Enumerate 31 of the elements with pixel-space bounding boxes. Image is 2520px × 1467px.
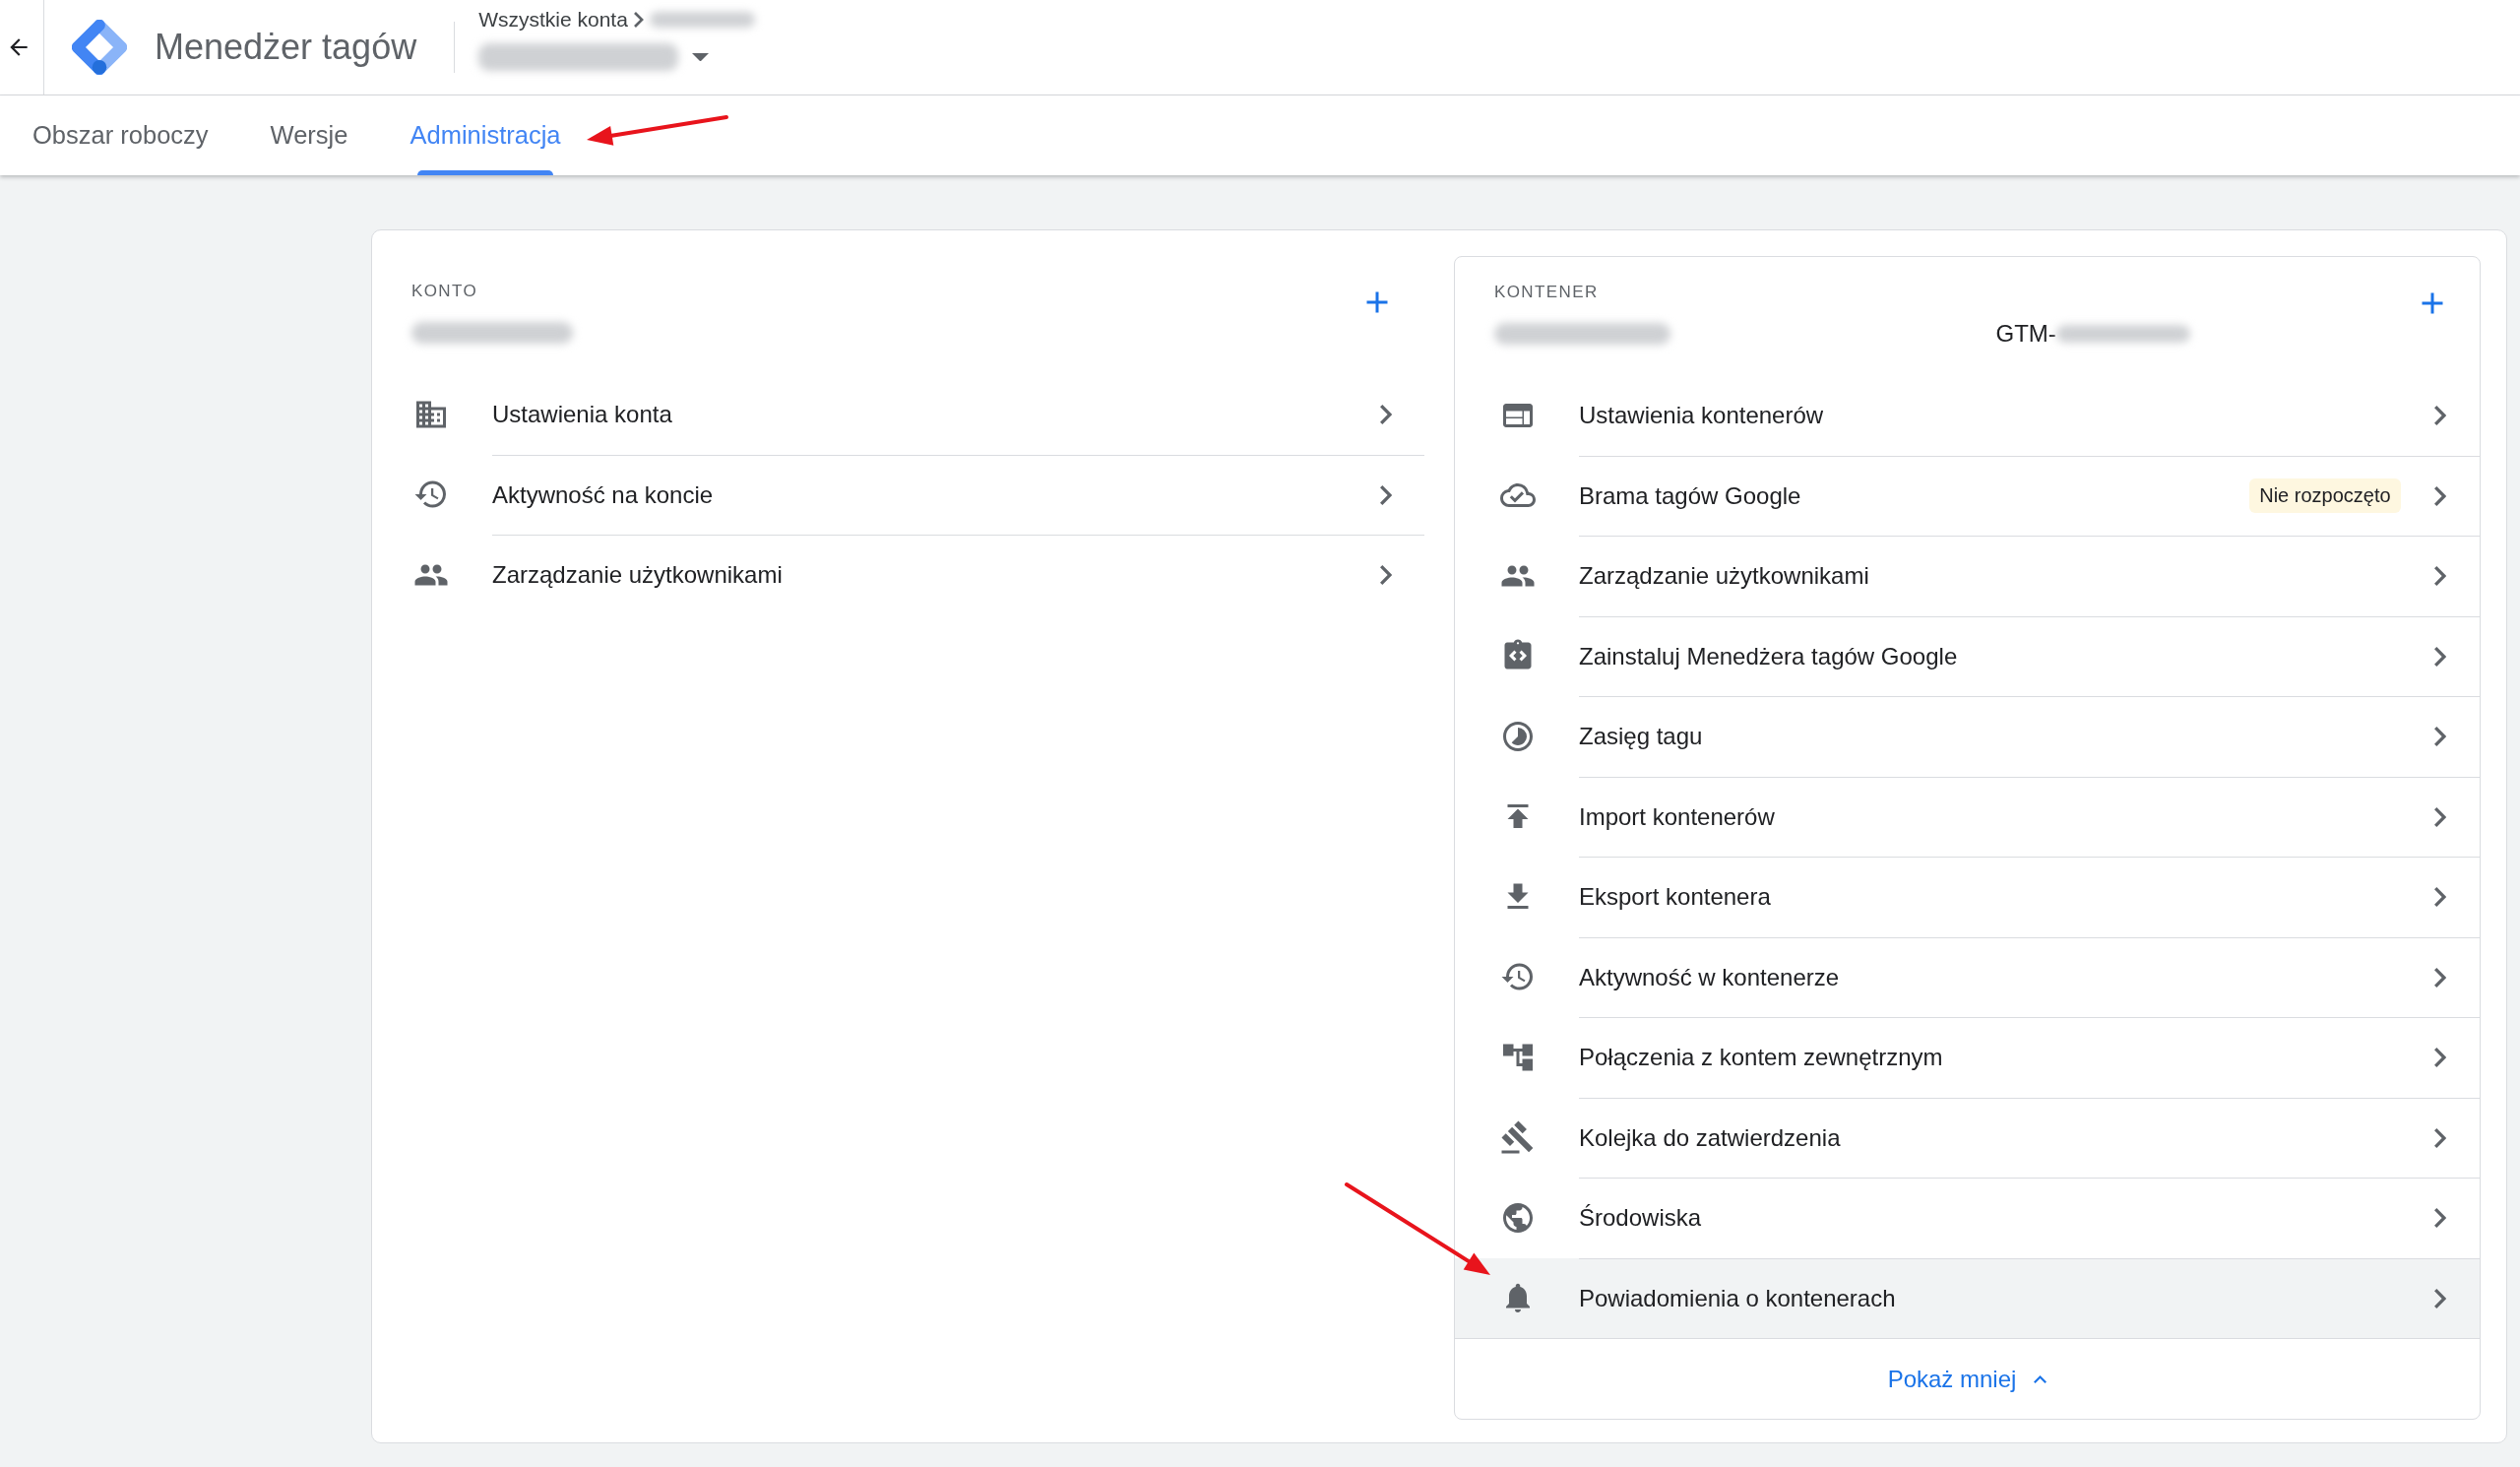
app-title: Menedżer tagów (155, 27, 417, 68)
chevron-right-icon (2433, 1288, 2446, 1308)
tab[interactable]: Obszar roboczy (29, 96, 213, 175)
chevron-right-icon (2433, 1048, 2446, 1068)
chevron-right-icon (2433, 967, 2446, 988)
chevron-right-icon (2433, 727, 2446, 747)
section-heading: KONTENER (1494, 282, 1599, 303)
section-heading: KONTO (411, 281, 478, 302)
chevron-right-icon (2433, 646, 2446, 667)
chevron-right-icon (2433, 1127, 2446, 1148)
chevron-right-icon (2433, 806, 2446, 827)
chevron-right-icon (2433, 485, 2446, 506)
chevron-right-icon (1379, 565, 1392, 586)
show-less-button[interactable]: Pokaż mniej (1887, 1365, 2048, 1393)
tab[interactable]: Administracja (406, 96, 565, 175)
caret-down-icon (692, 52, 710, 62)
container-id: GTM- (1995, 320, 2056, 348)
chevron-right-icon (2433, 405, 2446, 425)
gavel-icon (1500, 1119, 1536, 1156)
chevron-right-icon (1379, 404, 1392, 424)
chevron-up-icon (2034, 1374, 2048, 1383)
chevron-right-icon (2433, 566, 2446, 587)
menu-item[interactable]: Powiadomienia o kontenerach (1455, 1257, 2480, 1338)
chevron-right-icon (2433, 1208, 2446, 1229)
logo-icon (72, 20, 127, 75)
chevron-right-icon (1379, 484, 1392, 505)
chevron-right-icon (633, 12, 644, 28)
breadcrumb-link[interactable]: Wszystkie konta (478, 8, 628, 32)
chevron-right-icon (2433, 887, 2446, 908)
status-badge: Nie rozpoczęto (2249, 478, 2401, 514)
tab[interactable]: Wersje (266, 96, 352, 175)
